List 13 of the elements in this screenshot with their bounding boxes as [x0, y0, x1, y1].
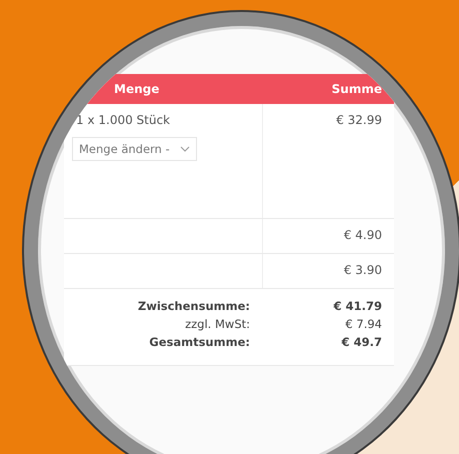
total-value: € 41.79: [332, 299, 383, 313]
sum-text: € 4.90: [344, 228, 382, 242]
chevron-down-icon: [180, 146, 190, 152]
total-value: € 49.7: [340, 335, 383, 349]
column-header: Menge: [113, 82, 160, 96]
quantity-select[interactable]: Menge ändern -: [72, 137, 197, 161]
sum-text: € 3.90: [344, 263, 382, 277]
total-label: Gesamtsumme:: [148, 335, 251, 349]
total-label: Zwischensumme:: [136, 299, 251, 313]
column-header: Summe: [330, 82, 383, 96]
total-value: € 7.94: [344, 317, 383, 331]
sum-text: € 32.99: [336, 113, 382, 127]
total-label: zzgl. MwSt:: [184, 317, 251, 331]
